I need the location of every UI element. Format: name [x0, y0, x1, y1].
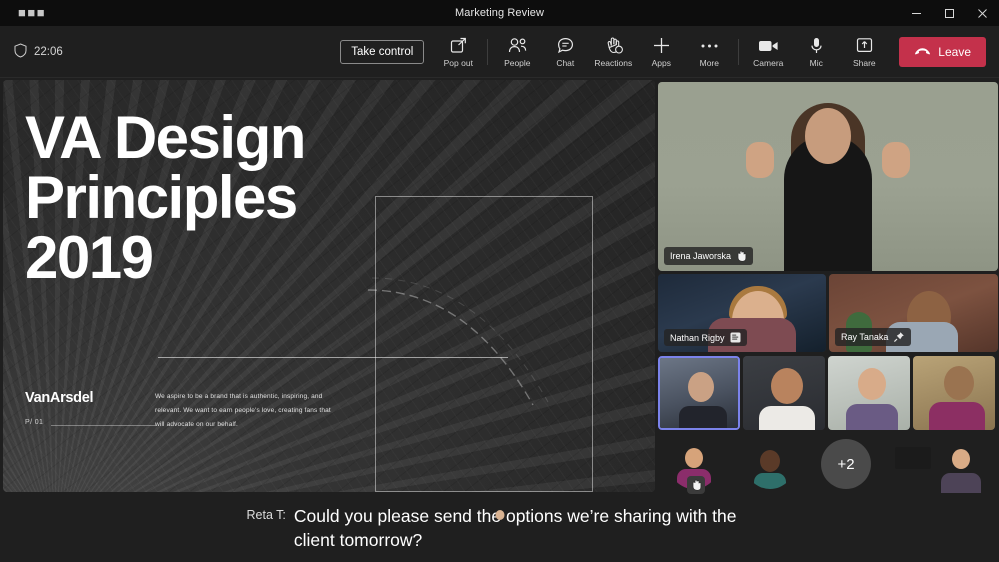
title-bar: ■■■ Marketing Review	[0, 0, 999, 26]
toolbar-actions: Take control Pop out People Chat Reactio…	[340, 26, 999, 78]
microphone-icon	[810, 36, 823, 56]
avatar-2[interactable]	[745, 439, 795, 489]
meeting-timer: 22:06	[0, 42, 63, 61]
slide-title-line-3: 2019	[25, 224, 154, 291]
take-control-button[interactable]: Take control	[340, 39, 425, 64]
reactions-icon	[604, 36, 623, 56]
hang-up-icon	[914, 45, 931, 59]
caption-speaker-name: Reta T:	[246, 508, 286, 522]
mic-button[interactable]: Mic	[792, 28, 840, 76]
window-title: Marketing Review	[454, 7, 545, 19]
more-horizontal-icon[interactable]: ■■■	[18, 6, 46, 19]
slide-title: VA Design Principles 2019	[25, 104, 306, 291]
apps-plus-icon	[652, 36, 671, 56]
video-feed	[913, 356, 995, 430]
slide-title-line-1: VA Design	[25, 104, 306, 171]
slide-chapter-list: Chapter 1 WHY DESIGN MATTERS Chapter 2 H…	[155, 488, 286, 492]
apps-button[interactable]: Apps	[637, 28, 685, 76]
window-controls	[879, 0, 999, 26]
chapter-number: Chapter 1	[155, 488, 195, 492]
video-tile-ray[interactable]: Ray Tanaka	[829, 274, 998, 352]
participant-avatar-row: +2	[657, 436, 999, 494]
caption-text: Could you please send the options we’re …	[293, 506, 737, 550]
chat-icon	[557, 36, 574, 56]
slide-page-marker: P/ 01	[25, 419, 44, 426]
overflow-participants-badge[interactable]: +2	[821, 439, 871, 489]
participant-rail: Irena Jaworska Nathan Rigby Ray Tanaka +…	[657, 78, 999, 495]
people-label: People	[504, 57, 531, 68]
slide-meta-list: Digital Marketing Brand Guidelines 2019	[25, 488, 74, 492]
shared-content-area[interactable]: VA Design Principles 2019 VanArsdel P/ 0…	[3, 80, 655, 492]
raised-hand-icon	[736, 250, 747, 262]
raised-hand-icon	[687, 476, 705, 494]
share-button[interactable]: Share	[840, 28, 888, 76]
more-label: More	[699, 57, 719, 68]
slide-chapter-row: Chapter 1 WHY DESIGN MATTERS	[155, 488, 286, 492]
pop-out-button[interactable]: Pop out	[434, 28, 482, 76]
participant-name-badge: Irena Jaworska	[664, 247, 754, 265]
leave-button[interactable]: Leave	[899, 36, 986, 67]
participant-name: Ray Tanaka	[841, 332, 889, 342]
video-tile-extra[interactable]	[884, 437, 997, 493]
video-tile-main[interactable]: Irena Jaworska	[658, 82, 998, 271]
slide-brand-logo: VanArsdel	[25, 390, 94, 406]
pop-out-label: Pop out	[443, 57, 473, 68]
mic-label: Mic	[809, 57, 823, 68]
reactions-button[interactable]: Reactions	[589, 28, 637, 76]
video-tile-strip-3[interactable]	[828, 356, 910, 430]
participant-name: Irena Jaworska	[670, 251, 732, 261]
participant-name-badge: Nathan Rigby	[664, 329, 747, 346]
chapter-title: WHY DESIGN MATTERS	[195, 488, 267, 492]
slide-page-marker-line	[51, 425, 156, 426]
title-bar-left: ■■■	[0, 6, 120, 19]
participant-name: Nathan Rigby	[670, 332, 725, 343]
slide-horizontal-rule	[158, 357, 508, 358]
people-button[interactable]: People	[493, 28, 541, 76]
share-screen-icon	[856, 36, 873, 56]
chat-button[interactable]: Chat	[541, 28, 589, 76]
video-tile-strip-4[interactable]	[913, 356, 995, 430]
maximize-button[interactable]	[933, 0, 966, 26]
caption-avatar	[220, 509, 504, 528]
teams-meeting-window: ■■■ Marketing Review 22:06 Take control	[0, 0, 999, 562]
chat-label: Chat	[556, 57, 575, 68]
slide-meta-line: Digital Marketing	[25, 488, 74, 492]
camera-label: Camera	[753, 57, 784, 68]
shield-icon	[14, 42, 27, 61]
more-button[interactable]: More	[685, 28, 733, 76]
video-feed	[828, 356, 910, 430]
apps-label: Apps	[651, 57, 671, 68]
presenting-icon	[730, 332, 741, 343]
share-label: Share	[852, 57, 876, 68]
video-feed	[658, 82, 998, 271]
reactions-label: Reactions	[594, 57, 633, 68]
participant-name-badge: Ray Tanaka	[835, 328, 912, 346]
slide-frame-box	[375, 196, 593, 492]
meeting-stage: VA Design Principles 2019 VanArsdel P/ 0…	[0, 78, 999, 495]
slide-aspire-text: We aspire to be a brand that is authenti…	[155, 393, 331, 428]
video-tile-strip-2[interactable]	[743, 356, 825, 430]
pin-icon	[893, 331, 905, 343]
slide-content: VA Design Principles 2019 VanArsdel P/ 0…	[3, 80, 655, 492]
toolbar-divider	[487, 38, 489, 65]
video-tile-nathan[interactable]: Nathan Rigby	[658, 274, 826, 352]
leave-label: Leave	[938, 44, 971, 59]
caption-line: Reta T: Could you please send the option…	[220, 504, 780, 552]
slide-title-line-2: Principles	[25, 164, 298, 231]
camera-button[interactable]: Camera	[744, 28, 792, 76]
video-feed	[743, 356, 825, 430]
pop-out-icon	[450, 36, 467, 56]
video-tile-strip-1[interactable]	[658, 356, 740, 430]
meeting-toolbar: 22:06 Take control Pop out People Chat R…	[0, 26, 999, 78]
minimize-button[interactable]	[900, 0, 933, 26]
people-icon	[508, 36, 527, 56]
more-horizontal-icon	[700, 36, 719, 56]
close-button[interactable]	[966, 0, 999, 26]
live-captions-bar: Reta T: Could you please send the option…	[0, 495, 999, 562]
toolbar-divider	[738, 38, 740, 65]
timer-text: 22:06	[34, 45, 63, 58]
video-feed	[660, 358, 738, 428]
camera-icon	[758, 36, 779, 56]
